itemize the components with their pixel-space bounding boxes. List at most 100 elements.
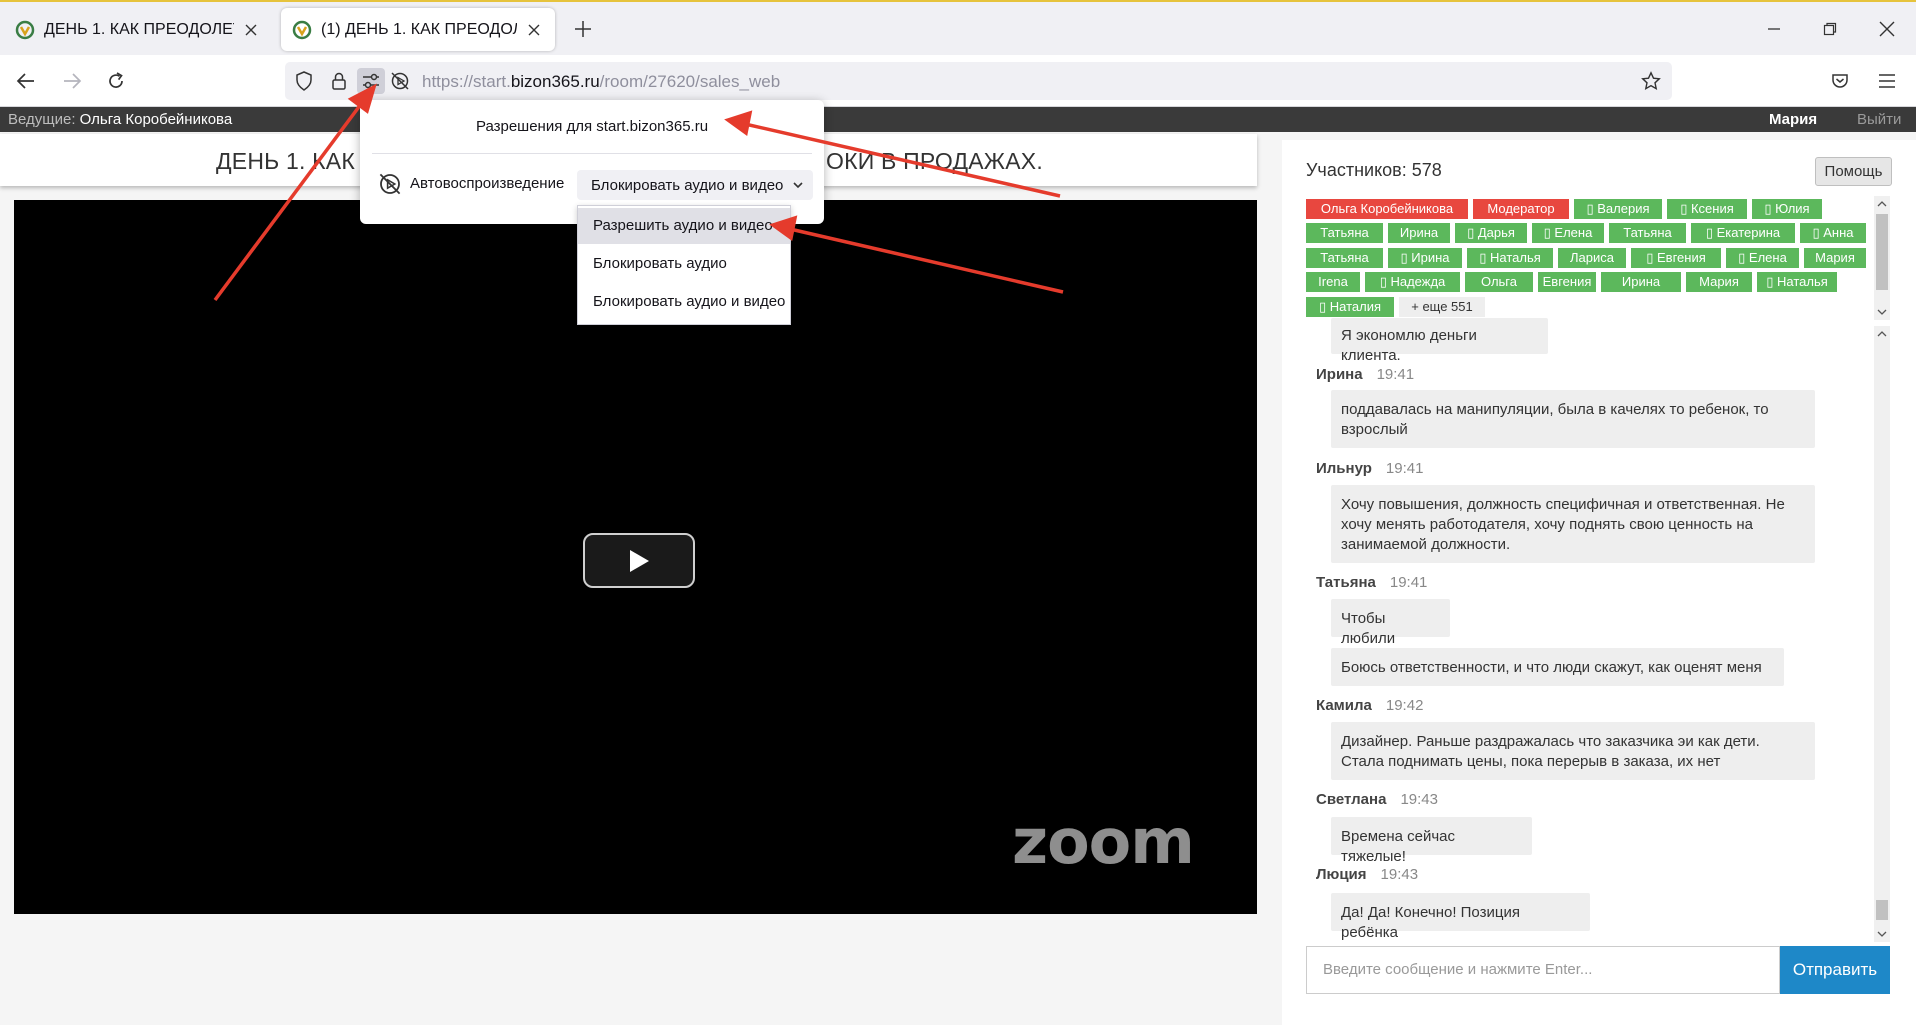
participant-badge[interactable]: ▯ Наталья xyxy=(1757,272,1837,292)
participant-badge[interactable]: ▯ Ирина xyxy=(1388,248,1462,268)
option-block-audio[interactable]: Блокировать аудио xyxy=(578,246,790,282)
participant-badge[interactable]: Ирина xyxy=(1601,272,1681,292)
chat-message-text: Хочу повышения, должность специфичная и … xyxy=(1331,485,1815,563)
address-bar[interactable]: https://start.bizon365.ru/room/27620/sal… xyxy=(285,62,1672,100)
author-name: Камила xyxy=(1316,697,1372,714)
site-security-button[interactable] xyxy=(325,68,353,94)
option-block-audio-video[interactable]: Блокировать аудио и видео xyxy=(578,284,790,320)
scroll-down-icon[interactable] xyxy=(1874,926,1890,942)
participant-badge[interactable]: ▯ Валерия xyxy=(1574,199,1662,219)
browser-tab-1[interactable]: ДЕНЬ 1. КАК ПРЕОДОЛЕТЬ ПСИ xyxy=(4,8,272,51)
participant-badge[interactable]: Irena xyxy=(1306,272,1360,292)
send-button[interactable]: Отправить xyxy=(1780,946,1890,994)
close-window-button[interactable] xyxy=(1872,14,1902,44)
navigation-toolbar: https://start.bizon365.ru/room/27620/sal… xyxy=(0,55,1916,107)
participant-badge[interactable]: ▯ Екатерина xyxy=(1691,223,1795,243)
chat-message-input[interactable]: Введите сообщение и нажмите Enter... xyxy=(1306,946,1780,994)
hamburger-menu-icon xyxy=(1879,74,1895,88)
participants-count: Участников: 578 xyxy=(1306,160,1442,180)
tab-title: ДЕНЬ 1. КАК ПРЕОДОЛЕТЬ ПСИ xyxy=(44,20,234,38)
sliders-icon xyxy=(363,73,379,89)
close-icon xyxy=(1879,21,1895,37)
tab-title: (1) ДЕНЬ 1. КАК ПРЕОДОЛЕТЬ xyxy=(321,20,517,38)
close-icon[interactable] xyxy=(240,19,262,41)
webinar-host-bar: Ведущие: Ольга Коробейникова Мария Выйти xyxy=(0,107,1916,132)
author-name: Ильнур xyxy=(1316,460,1372,477)
bizon-icon xyxy=(15,20,35,39)
chat-scrollbar[interactable] xyxy=(1874,326,1890,942)
bookmark-button[interactable] xyxy=(1637,68,1665,94)
restore-button[interactable] xyxy=(1815,14,1845,44)
permissions-button[interactable] xyxy=(357,68,385,94)
message-time: 19:41 xyxy=(1385,460,1424,477)
chat-message-text: Я экономлю деньги клиента. xyxy=(1331,318,1548,364)
arrow-right-icon xyxy=(64,73,82,89)
reload-button[interactable] xyxy=(100,65,132,97)
chat-message-author: Ирина 19:41 xyxy=(1316,366,1414,383)
author-name: Ирина xyxy=(1316,366,1363,383)
scroll-up-icon[interactable] xyxy=(1874,326,1890,342)
participant-badge[interactable]: Мария xyxy=(1804,248,1866,268)
participant-badge[interactable]: ▯ Ксения xyxy=(1667,199,1747,219)
chat-message-text: Да! Да! Конечно! Позиция ребёнка xyxy=(1331,893,1590,941)
participant-badge[interactable]: ▯ Надежда xyxy=(1365,272,1460,292)
participant-badge[interactable]: ▯ Наталья xyxy=(1467,248,1553,268)
pocket-button[interactable] xyxy=(1824,65,1856,97)
autoplay-blocked-button[interactable] xyxy=(386,68,414,94)
message-time: 19:42 xyxy=(1385,697,1424,714)
permissions-title: Разрешения для start.bizon365.ru xyxy=(475,118,709,135)
chat-message-text: поддавалась на манипуляции, была в качел… xyxy=(1331,390,1815,448)
pocket-icon xyxy=(1832,74,1848,88)
tab-strip: ДЕНЬ 1. КАК ПРЕОДОЛЕТЬ ПСИ (1) ДЕНЬ 1. К… xyxy=(0,0,1916,55)
participant-badge[interactable]: Татьяна xyxy=(1306,248,1383,268)
forward-button[interactable] xyxy=(56,65,88,97)
popup-divider xyxy=(372,153,812,154)
participants-scroll-thumb[interactable] xyxy=(1876,214,1888,290)
plus-icon xyxy=(575,21,591,37)
minimize-icon xyxy=(1768,28,1780,30)
participant-badge[interactable]: Татьяна xyxy=(1609,223,1686,243)
participant-badge[interactable]: ▯ Елена xyxy=(1532,223,1604,243)
tracking-protection-button[interactable] xyxy=(290,68,318,94)
host-name: Ольга Коробейникова xyxy=(79,111,233,128)
participants-scrollbar[interactable] xyxy=(1874,196,1890,320)
participant-badge[interactable]: Мария xyxy=(1686,272,1752,292)
close-icon[interactable] xyxy=(523,19,545,41)
new-tab-button[interactable] xyxy=(568,14,598,44)
app-menu-button[interactable] xyxy=(1871,65,1903,97)
participant-badge[interactable]: Ирина xyxy=(1388,223,1450,243)
more-participants-button[interactable]: + еще 551 xyxy=(1399,297,1485,317)
logout-link[interactable]: Выйти xyxy=(1857,111,1901,128)
url-text[interactable]: https://start.bizon365.ru/room/27620/sal… xyxy=(422,72,780,92)
participant-badge[interactable]: ▯ Анна xyxy=(1800,223,1866,243)
back-button[interactable] xyxy=(10,65,42,97)
current-user-name[interactable]: Мария xyxy=(1769,111,1817,128)
participant-badge[interactable]: ▯ Елена xyxy=(1726,248,1799,268)
help-button[interactable]: Помощь xyxy=(1815,157,1892,186)
page-title-right: ОКИ В ПРОДАЖАХ. xyxy=(826,148,1043,174)
browser-tab-2[interactable]: (1) ДЕНЬ 1. КАК ПРЕОДОЛЕТЬ xyxy=(281,8,555,51)
arrow-left-icon xyxy=(16,73,34,89)
participant-badge[interactable]: Модератор xyxy=(1473,199,1569,219)
participant-badge[interactable]: ▯ Евгения xyxy=(1631,248,1721,268)
star-icon xyxy=(1641,71,1661,90)
scroll-up-icon[interactable] xyxy=(1874,196,1890,212)
participant-badge[interactable]: ▯ Наталия xyxy=(1306,297,1394,317)
chat-scroll-thumb[interactable] xyxy=(1876,900,1888,920)
participant-badge[interactable]: Татьяна xyxy=(1306,223,1383,243)
lock-icon xyxy=(332,72,346,90)
autoplay-select[interactable]: Блокировать аудио и видео xyxy=(577,170,813,200)
play-icon xyxy=(630,549,649,572)
autoplay-blocked-icon xyxy=(391,72,409,90)
participant-badge[interactable]: ▯ Дарья xyxy=(1455,223,1527,243)
participant-badge[interactable]: Лариса xyxy=(1558,248,1626,268)
participant-badge[interactable]: ▯ Юлия xyxy=(1752,199,1822,219)
participant-badge[interactable]: Ольга xyxy=(1465,272,1533,292)
url-path: /room/27620/sales_web xyxy=(599,72,781,91)
participant-badge[interactable]: Евгения xyxy=(1538,272,1596,292)
play-button[interactable] xyxy=(583,533,695,588)
scroll-down-icon[interactable] xyxy=(1874,304,1890,320)
participant-badge[interactable]: Ольга Коробейникова xyxy=(1306,199,1468,219)
option-allow-audio-video[interactable]: Разрешить аудио и видео xyxy=(578,208,790,244)
minimize-button[interactable] xyxy=(1759,14,1789,44)
